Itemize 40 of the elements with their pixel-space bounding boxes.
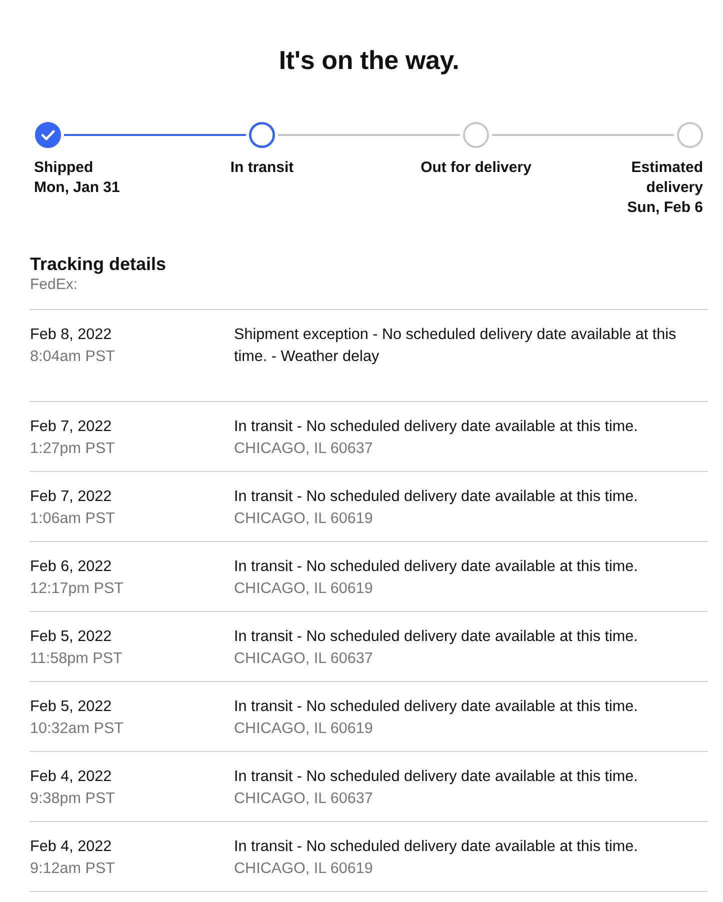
step-label: In transit xyxy=(230,158,294,178)
event-description: In transit - No scheduled delivery date available at this time. xyxy=(234,557,638,577)
event-date: Feb 5, 2022 xyxy=(30,697,112,717)
event-date: Feb 7, 2022 xyxy=(30,487,112,507)
event-time: 11:58pm PST xyxy=(30,649,122,669)
event-description: In transit - No scheduled delivery date available at this time. xyxy=(234,417,638,437)
event-location: CHICAGO, IL 60637 xyxy=(234,439,373,459)
event-date: Feb 8, 2022 xyxy=(30,325,112,345)
event-time: 1:27pm PST xyxy=(30,439,116,459)
event-location: CHICAGO, IL 60619 xyxy=(234,579,373,599)
event-description: In transit - No scheduled delivery date available at this time. xyxy=(234,627,638,647)
event-location: CHICAGO, IL 60637 xyxy=(234,649,373,669)
step-date: Sun, Feb 6 xyxy=(627,198,703,218)
event-location: CHICAGO, IL 60619 xyxy=(234,719,373,739)
event-time: 12:17pm PST xyxy=(30,579,124,599)
event-date: Feb 4, 2022 xyxy=(30,837,112,857)
event-location: CHICAGO, IL 60637 xyxy=(234,789,373,809)
event-date: Feb 6, 2022 xyxy=(30,557,112,577)
event-location: CHICAGO, IL 60619 xyxy=(234,509,373,529)
event-time: 9:38pm PST xyxy=(30,789,116,809)
step-label: Shipped xyxy=(34,158,94,178)
event-time: 8:04am PST xyxy=(30,347,116,367)
event-location: CHICAGO, IL 60619 xyxy=(234,859,373,879)
event-time: 9:12am PST xyxy=(30,859,116,879)
page-title: It's on the way. xyxy=(278,44,460,76)
event-time: 10:32am PST xyxy=(30,719,124,739)
event-date: Feb 5, 2022 xyxy=(30,627,112,647)
event-description: In transit - No scheduled delivery date available at this time. xyxy=(234,487,638,507)
event-time: 1:06am PST xyxy=(30,509,116,529)
event-description: In transit - No scheduled delivery date available at this time. xyxy=(234,697,638,717)
step-label: Estimated delivery xyxy=(630,158,703,198)
event-description: Shipment exception - No scheduled delivery date available at this time. - Weather delay xyxy=(234,325,678,367)
event-description: In transit - No scheduled delivery date available at this time. xyxy=(234,767,638,787)
carrier-name: FedEx: xyxy=(30,275,78,295)
step-label: Out for delivery xyxy=(420,158,532,178)
step-date: Mon, Jan 31 xyxy=(34,178,120,198)
event-date: Feb 4, 2022 xyxy=(30,767,112,787)
event-description: In transit - No scheduled delivery date available at this time. xyxy=(234,837,638,857)
event-date: Feb 7, 2022 xyxy=(30,417,112,437)
section-heading: Tracking details xyxy=(30,253,166,275)
